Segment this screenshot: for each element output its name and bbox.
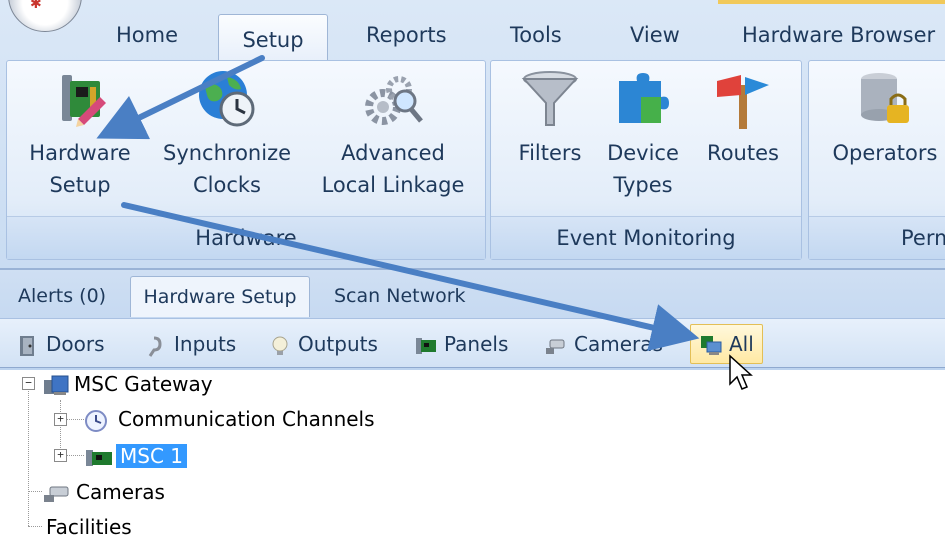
hardware-setup-label-1: Hardware <box>29 141 131 165</box>
app-logo-icon: ✱ <box>30 0 42 12</box>
tree-line-h1 <box>66 419 84 420</box>
title-accent-line <box>718 0 945 4</box>
door-icon <box>20 335 34 356</box>
panels-button[interactable]: Panels <box>414 329 508 359</box>
tab-scan-network[interactable]: Scan Network <box>334 276 466 316</box>
camera-icon <box>546 339 565 354</box>
routes-label: Routes <box>707 141 779 165</box>
advanced-local-linkage-label-2: Local Linkage <box>321 173 465 197</box>
signpost-icon <box>717 75 769 129</box>
synchronize-clocks-button[interactable]: Synchronize Clocks <box>157 67 297 201</box>
cameras-label: Cameras <box>574 332 663 356</box>
panel-board-icon <box>416 337 436 354</box>
filters-label: Filters <box>518 141 582 165</box>
input-icon <box>148 336 162 357</box>
funnel-icon <box>521 71 579 126</box>
lightbulb-icon <box>272 336 288 355</box>
filters-button[interactable]: Filters <box>505 67 595 169</box>
ribbon-group-event-monitoring: Filters Device Types Routes Event Monito… <box>490 60 802 260</box>
tab-alerts[interactable]: Alerts (0) <box>18 276 106 316</box>
synchronize-clocks-label-1: Synchronize <box>162 141 292 165</box>
all-label: All <box>729 332 754 356</box>
expand-toggle-msc-1[interactable]: + <box>54 449 67 462</box>
gears-magnifier-icon <box>365 76 423 125</box>
hardware-setup-label-2: Setup <box>49 173 111 197</box>
panel-board-icon <box>86 449 112 466</box>
expand-toggle-communication-channels[interactable]: + <box>54 413 67 426</box>
device-types-label-1: Device <box>607 141 679 165</box>
tree-label-facilities: Facilities <box>46 515 132 539</box>
panels-label: Panels <box>444 332 509 356</box>
tree-item-msc-gateway[interactable]: MSC Gateway <box>42 368 213 400</box>
device-types-label-2: Types <box>613 173 673 197</box>
device-filter-toolbar: Doors Inputs Outputs Panels Cameras All <box>0 318 945 368</box>
gateway-icon <box>44 375 69 395</box>
tab-hardware-browser[interactable]: Hardware Browser <box>742 20 935 50</box>
tree-item-facilities[interactable]: Facilities <box>46 511 132 543</box>
collapse-toggle-msc-gateway[interactable]: − <box>22 377 35 390</box>
tree-item-cameras[interactable]: Cameras <box>42 476 165 508</box>
ribbon-tab-bar: Home Setup Reports Tools View Hardware B… <box>0 10 945 65</box>
hardware-setup-button[interactable]: Hardware Setup <box>15 67 145 201</box>
tree-label-cameras: Cameras <box>76 480 165 504</box>
doors-label: Doors <box>46 332 105 356</box>
operators-label: Operators <box>832 141 938 165</box>
all-button[interactable]: All <box>690 324 763 364</box>
tab-tools[interactable]: Tools <box>510 20 562 50</box>
ribbon-group-permissions: Operators Perm <box>808 60 945 260</box>
tree-label-msc-1: MSC 1 <box>116 444 187 468</box>
outputs-button[interactable]: Outputs <box>268 329 378 359</box>
inputs-button[interactable]: Inputs <box>144 329 236 359</box>
tree-label-communication-channels: Communication Channels <box>118 407 375 431</box>
device-types-button[interactable]: Device Types <box>599 67 687 201</box>
tab-reports[interactable]: Reports <box>366 20 447 50</box>
doors-button[interactable]: Doors <box>16 329 105 359</box>
tree-item-msc-1[interactable]: MSC 1 <box>84 440 187 472</box>
inputs-label: Inputs <box>174 332 237 356</box>
puzzle-icon <box>619 73 669 123</box>
group-label-permissions: Perm <box>809 216 945 259</box>
hardware-setup-icon <box>62 75 106 127</box>
advanced-local-linkage-label-1: Advanced <box>341 141 445 165</box>
tab-hardware-setup[interactable]: Hardware Setup <box>130 276 310 317</box>
advanced-local-linkage-button[interactable]: Advanced Local Linkage <box>311 67 475 201</box>
tree-label-msc-gateway: MSC Gateway <box>74 372 213 396</box>
cameras-button[interactable]: Cameras <box>544 329 663 359</box>
tree-item-communication-channels[interactable]: Communication Channels <box>84 403 375 435</box>
outputs-label: Outputs <box>298 332 378 356</box>
tree-line-root <box>28 384 29 526</box>
camera-icon <box>44 486 69 502</box>
group-label-hardware: Hardware <box>7 216 485 259</box>
operators-button[interactable]: Operators <box>825 67 945 169</box>
ribbon-group-hardware: Hardware Setup Synchronize Clocks Advanc… <box>6 60 486 260</box>
tab-view[interactable]: View <box>630 20 680 50</box>
database-lock-icon <box>861 73 909 123</box>
group-label-event-monitoring: Event Monitoring <box>491 216 801 259</box>
clock-channel-icon <box>85 409 107 432</box>
all-devices-icon <box>701 335 722 355</box>
synchronize-clocks-label-2: Clocks <box>193 173 261 197</box>
tree-line-h2 <box>66 455 84 456</box>
tab-home[interactable]: Home <box>116 20 178 50</box>
tree-line-h4 <box>28 526 42 527</box>
globe-clock-icon <box>199 71 255 127</box>
tab-setup[interactable]: Setup <box>218 14 328 65</box>
tree-line-h3 <box>28 491 42 492</box>
routes-button[interactable]: Routes <box>695 67 791 169</box>
